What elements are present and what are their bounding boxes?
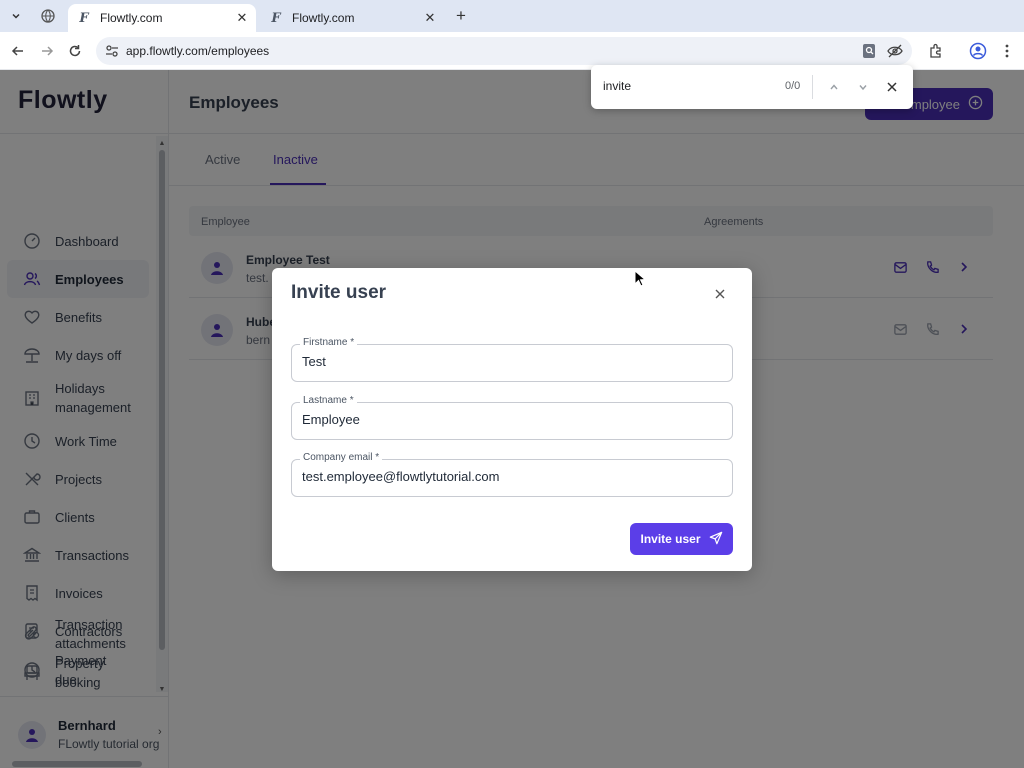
close-find-icon[interactable] — [882, 77, 902, 97]
site-settings-icon[interactable] — [104, 43, 120, 59]
find-next-icon[interactable] — [853, 77, 873, 97]
company-email-input[interactable] — [302, 469, 722, 484]
find-in-page-bar: 0/0 — [591, 65, 913, 109]
globe-icon[interactable] — [40, 8, 56, 24]
invite-user-dialog: Invite user Firstname * Lastname * Compa… — [272, 268, 752, 571]
lastname-input[interactable] — [302, 412, 722, 427]
flowtly-favicon-icon: F — [271, 10, 281, 26]
invite-user-button[interactable]: Invite user — [630, 523, 733, 555]
dialog-title: Invite user — [291, 282, 387, 303]
invite-user-label: Invite user — [640, 532, 701, 546]
close-icon[interactable] — [712, 286, 728, 302]
menu-kebab-icon[interactable] — [997, 41, 1017, 61]
close-tab-icon[interactable]: ✕ — [234, 10, 250, 26]
company-email-label: Company email * — [300, 452, 383, 463]
profile-icon[interactable] — [968, 41, 988, 61]
back-icon[interactable] — [8, 41, 28, 61]
firstname-label: Firstname * — [300, 337, 358, 348]
lastname-field[interactable]: Lastname * — [291, 395, 733, 440]
url-text: app.flowtly.com/employees — [126, 44, 270, 58]
divider — [812, 75, 813, 99]
firstname-input[interactable] — [302, 354, 722, 369]
new-tab-icon[interactable]: + — [452, 6, 470, 25]
firstname-field[interactable]: Firstname * — [291, 337, 733, 382]
tab-title: Flowtly.com — [292, 11, 355, 25]
reload-icon[interactable] — [65, 41, 85, 61]
find-match-count: 0/0 — [785, 80, 801, 92]
tab-title: Flowtly.com — [100, 11, 163, 25]
eye-off-icon[interactable] — [886, 42, 904, 60]
mouse-cursor-icon — [634, 270, 646, 287]
forward-icon[interactable] — [37, 41, 57, 61]
flowtly-favicon-icon: F — [79, 10, 89, 26]
browser-tab-inactive[interactable]: F Flowtly.com ✕ — [260, 4, 444, 32]
close-tab-icon[interactable]: ✕ — [422, 10, 438, 26]
address-bar[interactable]: app.flowtly.com/employees — [96, 37, 912, 65]
extensions-icon[interactable] — [926, 41, 946, 61]
tab-search-icon[interactable] — [6, 6, 26, 26]
browser-tab-active[interactable]: F Flowtly.com ✕ — [68, 4, 256, 32]
find-input[interactable] — [603, 79, 763, 93]
find-in-page-icon[interactable] — [860, 42, 878, 60]
send-icon — [709, 531, 723, 548]
browser-tab-strip: F Flowtly.com ✕ F Flowtly.com ✕ + — [0, 0, 1024, 32]
company-email-field[interactable]: Company email * — [291, 452, 733, 497]
lastname-label: Lastname * — [300, 395, 357, 406]
find-previous-icon[interactable] — [824, 77, 844, 97]
